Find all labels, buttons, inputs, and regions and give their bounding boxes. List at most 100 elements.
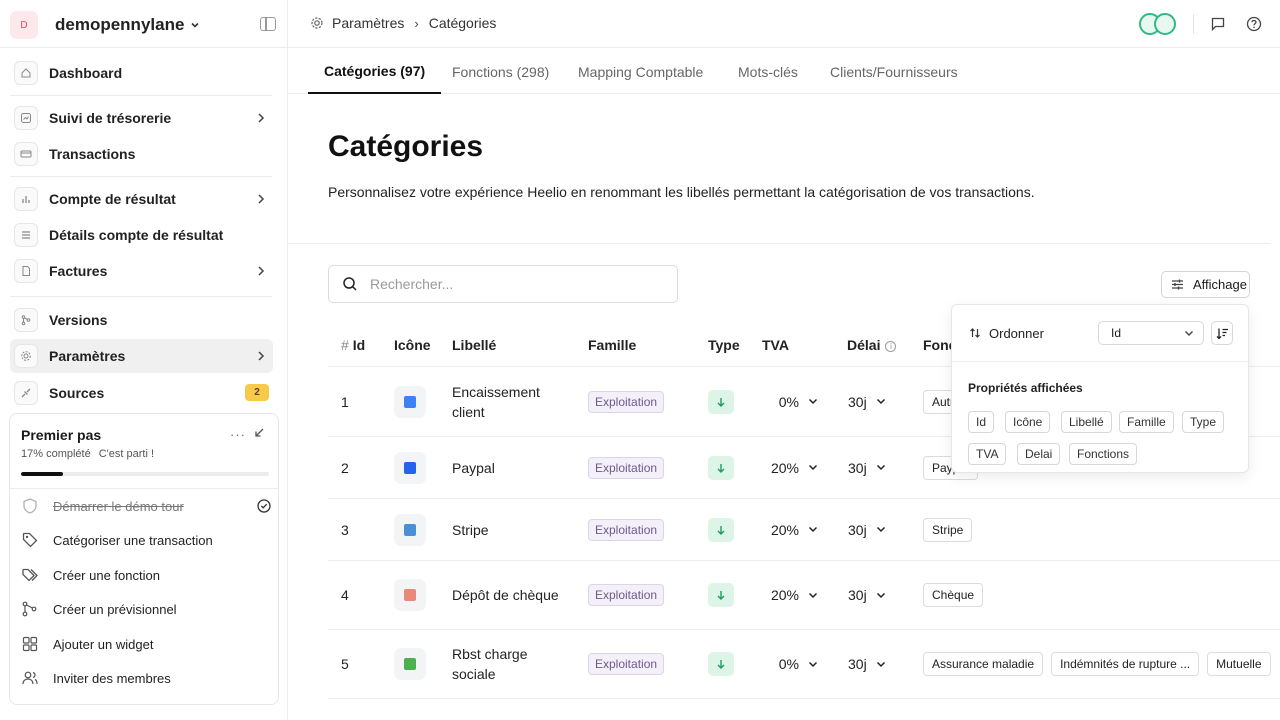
tva-select[interactable]: 0% [758, 394, 818, 410]
assistant-icon[interactable] [1139, 13, 1179, 35]
sort-direction-button[interactable] [1211, 321, 1233, 345]
type-indicator[interactable] [708, 583, 734, 607]
search-input[interactable] [370, 276, 660, 292]
column-header-label[interactable]: Libellé [452, 337, 496, 353]
org-name: demopennylane [55, 15, 185, 34]
tva-select[interactable]: 20% [758, 587, 818, 603]
task-label: Créer un prévisionnel [53, 601, 177, 617]
column-header-id[interactable]: # Id [341, 337, 365, 353]
type-indicator[interactable] [708, 455, 734, 480]
display-options-button[interactable]: Affichage [1161, 271, 1250, 298]
task-demo-tour[interactable]: Démarrer le démo tour [21, 491, 271, 521]
order-select[interactable]: Id [1098, 321, 1204, 345]
delai-select[interactable]: 30j [848, 522, 886, 538]
fonction-tag[interactable]: Assurance maladie [923, 652, 1044, 676]
page-subtitle: Personnalisez votre expérience Heelio en… [328, 184, 1035, 200]
family-badge[interactable]: Exploitation [588, 584, 665, 606]
family-badge[interactable]: Exploitation [588, 390, 665, 413]
column-header-tva[interactable]: TVA [762, 337, 789, 353]
fonction-tag[interactable]: Indémnités de rupture ... [1051, 652, 1200, 676]
fonction-tag[interactable]: Chèque [923, 583, 984, 607]
sidebar-item-transactions[interactable]: Transactions [10, 137, 273, 171]
sidebar-item-factures[interactable]: Factures [10, 254, 273, 288]
family-badge[interactable]: Exploitation [588, 653, 665, 675]
tab-categories[interactable]: Catégories (97) [308, 49, 442, 94]
delai-select[interactable]: 30j [848, 587, 886, 603]
cell-label[interactable]: Stripe [452, 520, 562, 540]
category-icon[interactable] [394, 451, 426, 484]
property-chip-libelle[interactable]: Libellé [1061, 411, 1112, 433]
sidebar-item-parametres[interactable]: Paramètres [10, 339, 273, 373]
task-widget[interactable]: Ajouter un widget [21, 629, 271, 659]
table-row[interactable]: 4 Dépôt de chèque Exploitation 20% 30j C… [328, 561, 1280, 630]
tab-fonctions[interactable]: Fonctions (298) [452, 49, 549, 94]
card-icon [14, 142, 38, 166]
property-chip-fonctions[interactable]: Fonctions [1069, 443, 1138, 465]
cell-label[interactable]: Encaissement client [452, 382, 562, 422]
column-header-type[interactable]: Type [708, 337, 740, 353]
table-row[interactable]: 5 Rbst charge sociale Exploitation 0% 30… [328, 630, 1280, 699]
family-badge[interactable]: Exploitation [588, 518, 665, 541]
category-icon[interactable] [394, 513, 426, 546]
delai-select[interactable]: 30j [848, 394, 886, 410]
category-emoji-icon [404, 395, 416, 408]
category-emoji-icon [404, 589, 416, 601]
tab-mapping-comptable[interactable]: Mapping Comptable [578, 49, 703, 94]
sidebar-item-versions[interactable]: Versions [10, 303, 273, 337]
breadcrumb-parent[interactable]: Paramètres [332, 15, 404, 31]
feedback-icon[interactable] [1210, 16, 1226, 32]
property-chip-icone[interactable]: Icône [1005, 411, 1051, 433]
property-chip-tva[interactable]: TVA [968, 443, 1007, 465]
tva-value: 20% [770, 587, 799, 603]
more-icon[interactable]: ··· [230, 427, 246, 442]
minimize-icon[interactable] [253, 427, 265, 439]
display-options-popover: Ordonner Id Propriétés affichées Id Icôn… [951, 304, 1249, 473]
type-indicator[interactable] [708, 652, 734, 676]
sidebar-toggle-icon[interactable] [260, 17, 276, 31]
category-icon[interactable] [394, 385, 426, 418]
fonction-tag[interactable]: Mutuelle [1207, 652, 1271, 676]
cell-label[interactable]: Dépôt de chèque [452, 585, 562, 605]
task-previsionnel[interactable]: Créer un prévisionnel [21, 594, 271, 624]
tab-mots-cles[interactable]: Mots-clés [738, 49, 798, 94]
cell-family: Exploitation [588, 390, 665, 413]
order-label: Ordonner [989, 326, 1044, 341]
sidebar-item-compte-resultat[interactable]: Compte de résultat [10, 182, 273, 216]
property-chip-delai[interactable]: Delai [1017, 443, 1061, 465]
org-switcher[interactable]: D demopennylane [10, 8, 200, 42]
fonction-tag[interactable]: Stripe [923, 517, 973, 542]
sidebar-item-details-resultat[interactable]: Détails compte de résultat [10, 218, 273, 252]
tva-select[interactable]: 0% [758, 656, 818, 672]
info-icon[interactable]: i [885, 341, 897, 352]
tva-select[interactable]: 20% [758, 460, 818, 476]
cell-fonctions: Stripe [923, 517, 980, 542]
tab-clients-fournisseurs[interactable]: Clients/Fournisseurs [830, 49, 958, 94]
table-row[interactable]: 3 Stripe Exploitation 20% 30j Stripe [328, 499, 1280, 561]
task-categoriser[interactable]: Catégoriser une transaction [21, 525, 271, 555]
task-fonction[interactable]: Créer une fonction [21, 560, 271, 590]
category-icon[interactable] [394, 579, 426, 611]
task-label: Démarrer le démo tour [53, 498, 184, 514]
sidebar-item-dashboard[interactable]: Dashboard [10, 56, 273, 90]
cell-id: 3 [341, 521, 349, 538]
task-label: Créer une fonction [53, 567, 160, 583]
family-badge[interactable]: Exploitation [588, 456, 665, 479]
task-inviter[interactable]: Inviter des membres [21, 663, 271, 693]
tva-select[interactable]: 20% [758, 522, 818, 538]
property-chip-type[interactable]: Type [1182, 411, 1225, 433]
column-header-family[interactable]: Famille [588, 337, 636, 353]
delai-select[interactable]: 30j [848, 656, 886, 672]
property-chip-id[interactable]: Id [968, 411, 995, 433]
property-chip-famille[interactable]: Famille [1119, 411, 1174, 433]
sidebar-item-tresorerie[interactable]: Suivi de trésorerie [10, 101, 273, 135]
sidebar-item-sources[interactable]: Sources 2 [10, 376, 273, 410]
cell-label[interactable]: Rbst charge sociale [452, 644, 562, 684]
column-header-delai[interactable]: Délai i [847, 337, 897, 353]
column-header-icon[interactable]: Icône [394, 337, 431, 353]
category-icon[interactable] [394, 648, 426, 680]
delai-select[interactable]: 30j [848, 460, 886, 476]
type-indicator[interactable] [708, 517, 734, 542]
type-indicator[interactable] [708, 389, 734, 414]
help-icon[interactable] [1246, 16, 1262, 32]
cell-label[interactable]: Paypal [452, 458, 562, 478]
